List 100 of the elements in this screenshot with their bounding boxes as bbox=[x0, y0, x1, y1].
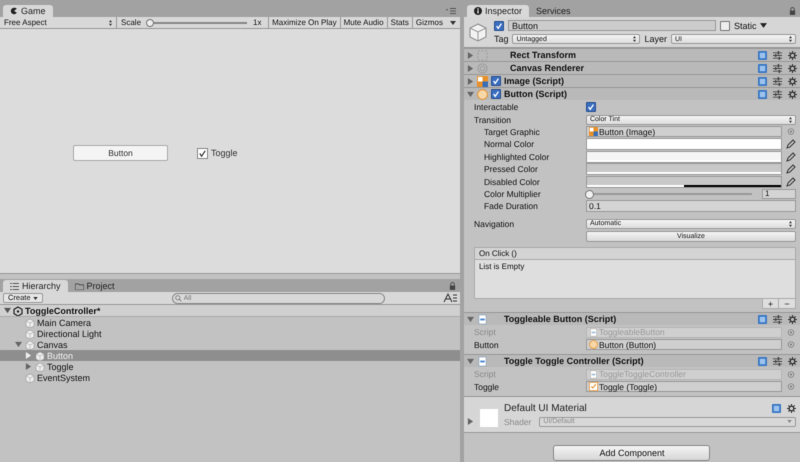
updown-icon bbox=[789, 220, 792, 227]
script-icon bbox=[588, 328, 598, 337]
text-field[interactable]: 0.1 bbox=[586, 200, 796, 212]
sliders-icon[interactable] bbox=[773, 76, 782, 86]
panel-tab[interactable]: Project bbox=[68, 280, 122, 292]
game-tab[interactable]: Game bbox=[3, 5, 53, 17]
field-checkbox[interactable] bbox=[586, 102, 596, 112]
component-title: Canvas Renderer bbox=[508, 63, 586, 73]
sliders-icon[interactable] bbox=[773, 314, 782, 324]
folder-icon bbox=[74, 282, 84, 290]
name-field[interactable]: Button bbox=[508, 20, 716, 31]
sliders-icon[interactable] bbox=[773, 50, 782, 60]
ui-button[interactable]: Button bbox=[73, 145, 168, 161]
expand-arrow-icon[interactable] bbox=[466, 90, 474, 98]
help-book-icon[interactable] bbox=[758, 356, 767, 366]
object-field[interactable]: Button (Button) bbox=[586, 339, 782, 350]
eyedropper-icon[interactable] bbox=[786, 139, 796, 150]
toolbar-button[interactable]: Stats bbox=[386, 17, 412, 28]
material-name: Default UI Material bbox=[504, 402, 588, 414]
panel-tab[interactable]: Services bbox=[529, 5, 578, 17]
lock-icon[interactable] bbox=[448, 282, 456, 290]
gear-icon[interactable] bbox=[787, 404, 796, 413]
eyedropper-icon[interactable] bbox=[786, 176, 796, 187]
expand-arrow-icon[interactable] bbox=[24, 363, 33, 370]
ok-circle-icon bbox=[476, 88, 488, 100]
component-title: Rect Transform bbox=[508, 50, 577, 60]
lock-icon[interactable] bbox=[789, 6, 796, 14]
rect-transform-icon bbox=[476, 50, 488, 60]
number-field[interactable]: 1 bbox=[762, 188, 796, 199]
dropdown-arrow-icon[interactable] bbox=[760, 23, 768, 28]
gear-icon[interactable] bbox=[788, 50, 797, 60]
expand-arrow-icon[interactable] bbox=[466, 64, 474, 72]
remove-button[interactable]: − bbox=[779, 299, 796, 310]
field-label: Script bbox=[474, 369, 497, 380]
component-header[interactable]: Rect Transform bbox=[464, 48, 800, 61]
add-button[interactable]: + bbox=[762, 299, 779, 310]
unity-logo-icon bbox=[13, 306, 23, 316]
target-icon bbox=[476, 62, 488, 74]
gear-icon[interactable] bbox=[788, 90, 797, 98]
active-checkbox[interactable] bbox=[494, 20, 504, 30]
toggle-checkbox[interactable] bbox=[197, 148, 208, 158]
component-header[interactable]: Image (Script) bbox=[464, 74, 800, 87]
dropdown-arrow-icon[interactable] bbox=[450, 20, 456, 24]
sliders-icon[interactable] bbox=[773, 90, 782, 98]
eyedropper-icon[interactable] bbox=[786, 152, 796, 162]
layer-label: Layer bbox=[644, 34, 667, 44]
expand-arrow-icon[interactable] bbox=[466, 316, 474, 323]
component-header[interactable]: Canvas Renderer bbox=[464, 61, 800, 74]
updown-icon bbox=[789, 116, 792, 123]
color-field[interactable] bbox=[586, 176, 782, 188]
component-header[interactable]: Toggleable Button (Script) bbox=[464, 312, 800, 326]
expand-arrow-icon[interactable] bbox=[24, 352, 33, 359]
component-title: Image (Script) bbox=[504, 76, 565, 86]
gear-icon[interactable] bbox=[788, 76, 797, 86]
sliders-icon[interactable] bbox=[773, 356, 782, 366]
color-field[interactable] bbox=[586, 163, 782, 176]
expand-arrow-icon[interactable] bbox=[4, 307, 11, 314]
expand-arrow-icon[interactable] bbox=[466, 418, 474, 425]
expand-arrow-icon[interactable] bbox=[466, 78, 474, 84]
object-field[interactable]: Toggle (Toggle) bbox=[586, 381, 782, 392]
enabled-checkbox[interactable] bbox=[490, 76, 501, 86]
help-book-icon[interactable] bbox=[758, 314, 767, 324]
gear-icon[interactable] bbox=[788, 356, 797, 366]
static-checkbox[interactable] bbox=[720, 20, 730, 30]
hierarchy-item[interactable]: Canvas bbox=[0, 339, 460, 350]
hierarchy-item[interactable]: Main Camera bbox=[0, 317, 460, 328]
updown-icon bbox=[789, 36, 792, 42]
image-icon bbox=[476, 76, 488, 86]
field-label: Script bbox=[474, 327, 497, 338]
gear-icon[interactable] bbox=[788, 314, 797, 324]
panel-tab[interactable]: Hierarchy bbox=[3, 280, 68, 292]
dropdown-arrow-icon bbox=[32, 297, 38, 300]
toolbar-button[interactable]: Maximize On Play bbox=[268, 17, 340, 28]
expand-arrow-icon[interactable] bbox=[466, 358, 474, 365]
menu-icon[interactable] bbox=[446, 8, 456, 14]
field-label: Navigation bbox=[474, 218, 516, 229]
expand-arrow-icon[interactable] bbox=[14, 341, 23, 348]
enabled-checkbox[interactable] bbox=[490, 89, 501, 99]
add-component-button[interactable]: Add Component bbox=[553, 444, 710, 461]
component-header[interactable]: Toggle Toggle Controller (Script) bbox=[464, 354, 800, 368]
color-field[interactable] bbox=[586, 138, 782, 150]
help-book-icon[interactable] bbox=[772, 404, 781, 413]
hierarchy-item[interactable]: EventSystem bbox=[0, 372, 460, 383]
gear-icon[interactable] bbox=[788, 64, 797, 72]
hierarchy-item[interactable]: Directional Light bbox=[0, 328, 460, 339]
component-header[interactable]: Button (Script) bbox=[464, 87, 800, 100]
eyedropper-icon[interactable] bbox=[786, 164, 796, 174]
sliders-icon[interactable] bbox=[773, 64, 782, 72]
aspect-dropdown[interactable]: Free Aspect bbox=[0, 17, 117, 28]
object-field[interactable]: Button (Image) bbox=[586, 126, 782, 138]
hierarchy-item[interactable]: Toggle bbox=[0, 361, 460, 372]
color-field[interactable] bbox=[586, 150, 782, 163]
expand-arrow-icon[interactable] bbox=[466, 52, 474, 58]
panel-tab[interactable]: Inspector bbox=[466, 5, 529, 17]
empty-list-text: List is Empty bbox=[478, 262, 524, 272]
info-icon bbox=[474, 7, 482, 15]
object-picker-icon[interactable] bbox=[786, 128, 796, 136]
scene-name: ToggleController* bbox=[25, 306, 100, 316]
toolbar-button[interactable]: Gizmos bbox=[412, 17, 446, 28]
filter-icon[interactable] bbox=[442, 293, 457, 303]
